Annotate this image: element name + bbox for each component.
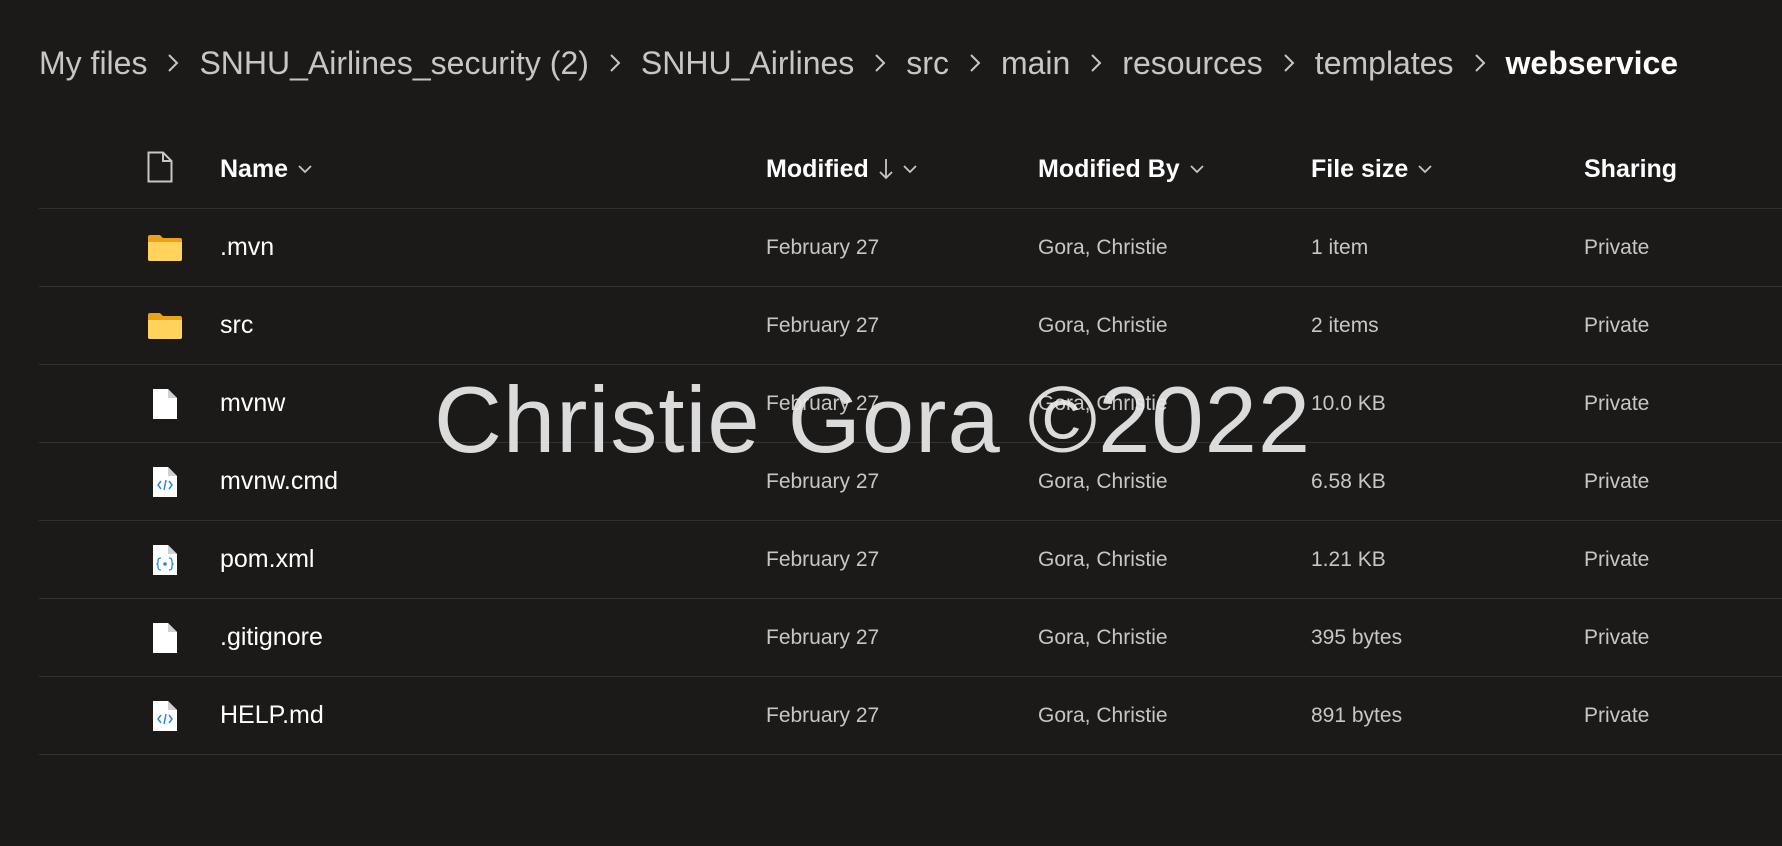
file-size: 1.21 KB bbox=[1311, 547, 1386, 571]
modified-by: Gora, Christie bbox=[1038, 625, 1168, 649]
sharing-status[interactable]: Private bbox=[1584, 548, 1649, 572]
name-column-header[interactable]: Name bbox=[220, 155, 312, 184]
code-file-icon bbox=[147, 443, 207, 520]
modified-by: Gora, Christie bbox=[1038, 469, 1168, 493]
table-row[interactable]: .gitignore February 27 Gora, Christie 39… bbox=[39, 599, 1782, 677]
table-row[interactable]: HELP.md February 27 Gora, Christie 891 b… bbox=[39, 677, 1782, 755]
modified-date: February 27 bbox=[766, 235, 880, 259]
breadcrumb-item-snhu-airlines[interactable]: SNHU_Airlines bbox=[641, 45, 854, 82]
chevron-down-icon bbox=[1418, 164, 1432, 174]
table-row[interactable]: pom.xml February 27 Gora, Christie 1.21 … bbox=[39, 521, 1782, 599]
file-name-link[interactable]: mvnw bbox=[220, 389, 285, 418]
chevron-down-icon bbox=[903, 164, 917, 174]
breadcrumb-item-templates[interactable]: templates bbox=[1315, 45, 1454, 82]
sharing-status[interactable]: Private bbox=[1584, 470, 1649, 494]
chevron-right-icon bbox=[1070, 53, 1122, 73]
modified-by: Gora, Christie bbox=[1038, 235, 1168, 259]
chevron-right-icon bbox=[854, 53, 906, 73]
file-size: 10.0 KB bbox=[1311, 391, 1386, 415]
file-name-link[interactable]: HELP.md bbox=[220, 701, 324, 730]
file-size: 891 bytes bbox=[1311, 703, 1403, 727]
file-size: 2 items bbox=[1311, 313, 1379, 337]
chevron-right-icon bbox=[1263, 53, 1315, 73]
sharing-column-header[interactable]: Sharing bbox=[1584, 155, 1677, 184]
folder-icon bbox=[147, 209, 207, 286]
modified-by: Gora, Christie bbox=[1038, 703, 1168, 727]
file-name-link[interactable]: .gitignore bbox=[220, 623, 323, 652]
file-icon bbox=[147, 599, 207, 676]
table-row[interactable]: mvnw.cmd February 27 Gora, Christie 6.58… bbox=[39, 443, 1782, 521]
breadcrumb: My files SNHU_Airlines_security (2) SNHU… bbox=[39, 38, 1678, 88]
sharing-status[interactable]: Private bbox=[1584, 626, 1649, 650]
file-browser-page: My files SNHU_Airlines_security (2) SNHU… bbox=[0, 0, 1782, 846]
file-name-link[interactable]: .mvn bbox=[220, 233, 274, 262]
file-list: Name Modified Modified By File size Shar… bbox=[39, 130, 1782, 755]
file-size: 6.58 KB bbox=[1311, 469, 1386, 493]
file-name-link[interactable]: pom.xml bbox=[220, 545, 314, 574]
sharing-status[interactable]: Private bbox=[1584, 392, 1649, 416]
file-size-header-label: File size bbox=[1311, 154, 1409, 183]
file-size-column-header[interactable]: File size bbox=[1311, 155, 1432, 184]
modified-header-label: Modified bbox=[766, 154, 869, 183]
modified-date: February 27 bbox=[766, 391, 880, 415]
breadcrumb-item-my-files[interactable]: My files bbox=[39, 45, 147, 82]
chevron-right-icon bbox=[147, 53, 199, 73]
modified-date: February 27 bbox=[766, 469, 880, 493]
sharing-status[interactable]: Private bbox=[1584, 704, 1649, 728]
file-name-link[interactable]: src bbox=[220, 311, 253, 340]
modified-by: Gora, Christie bbox=[1038, 313, 1168, 337]
file-type-header[interactable] bbox=[147, 130, 207, 208]
sort-descending-icon bbox=[879, 158, 893, 180]
file-list-header: Name Modified Modified By File size Shar… bbox=[39, 130, 1782, 209]
modified-date: February 27 bbox=[766, 547, 880, 571]
code-file-icon bbox=[147, 677, 207, 754]
name-header-label: Name bbox=[220, 154, 289, 183]
file-size: 1 item bbox=[1311, 235, 1369, 259]
chevron-right-icon bbox=[1454, 53, 1506, 73]
modified-date: February 27 bbox=[766, 313, 880, 337]
sharing-status[interactable]: Private bbox=[1584, 314, 1649, 338]
sharing-status[interactable]: Private bbox=[1584, 236, 1649, 260]
table-row[interactable]: mvnw February 27 Gora, Christie 10.0 KB … bbox=[39, 365, 1782, 443]
folder-icon bbox=[147, 287, 207, 364]
chevron-down-icon bbox=[1190, 164, 1204, 174]
breadcrumb-item-snhu-airlines-security[interactable]: SNHU_Airlines_security (2) bbox=[199, 45, 588, 82]
table-row[interactable]: .mvn February 27 Gora, Christie 1 item P… bbox=[39, 209, 1782, 287]
breadcrumb-item-resources[interactable]: resources bbox=[1122, 45, 1263, 82]
chevron-down-icon bbox=[298, 164, 312, 174]
breadcrumb-item-src[interactable]: src bbox=[906, 45, 949, 82]
file-name-link[interactable]: mvnw.cmd bbox=[220, 467, 338, 496]
modified-by: Gora, Christie bbox=[1038, 547, 1168, 571]
file-type-icon bbox=[147, 151, 173, 188]
file-size: 395 bytes bbox=[1311, 625, 1403, 649]
modified-date: February 27 bbox=[766, 625, 880, 649]
table-row[interactable]: src February 27 Gora, Christie 2 items P… bbox=[39, 287, 1782, 365]
file-icon bbox=[147, 365, 207, 442]
modified-by: Gora, Christie bbox=[1038, 391, 1168, 415]
xml-file-icon bbox=[147, 521, 207, 598]
breadcrumb-item-main[interactable]: main bbox=[1001, 45, 1070, 82]
modified-date: February 27 bbox=[766, 703, 880, 727]
chevron-right-icon bbox=[589, 53, 641, 73]
modified-by-column-header[interactable]: Modified By bbox=[1038, 155, 1204, 184]
chevron-right-icon bbox=[949, 53, 1001, 73]
breadcrumb-item-current: webservice bbox=[1505, 44, 1679, 81]
modified-column-header[interactable]: Modified bbox=[766, 155, 917, 184]
modified-by-header-label: Modified By bbox=[1038, 154, 1180, 183]
